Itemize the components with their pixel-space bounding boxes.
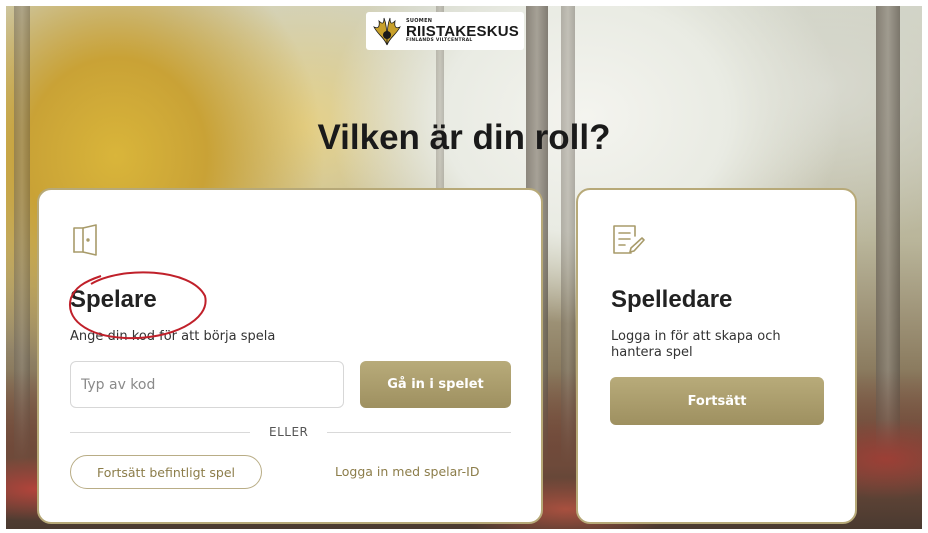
leader-heading: Spelledare [611, 286, 733, 313]
divider-right [327, 432, 511, 433]
divider-left [70, 432, 250, 433]
or-separator: ELLER [269, 425, 309, 439]
join-game-button[interactable]: Gå in i spelet [360, 361, 511, 408]
brand-subtitle: FINLANDS VILTCENTRAL [406, 37, 473, 43]
brand-name: RIISTAKESKUS [406, 22, 519, 40]
code-input[interactable] [70, 361, 344, 408]
player-card: Spelare Ange din kod för att börja spela… [37, 188, 543, 524]
game-leader-card: Spelledare Logga in för att skapa och ha… [576, 188, 857, 524]
leader-continue-button[interactable]: Fortsätt [610, 377, 824, 425]
brand-wordmark: SUOMEN RIISTAKESKUS FINLANDS VILTCENTRAL [406, 18, 519, 44]
player-description: Ange din kod för att börja spela [70, 329, 276, 344]
continue-existing-game-button[interactable]: Fortsätt befintligt spel [70, 455, 262, 489]
antler-logo-icon [373, 17, 401, 46]
leader-description: Logga in för att skapa och hantera spel [611, 329, 781, 360]
edit-document-icon [613, 225, 645, 254]
login-with-player-id-link[interactable]: Logga in med spelar-ID [335, 464, 479, 479]
door-icon [73, 224, 97, 256]
player-heading: Spelare [70, 286, 157, 313]
page-title: Vilken är din roll? [317, 118, 611, 157]
brand-logo[interactable]: SUOMEN RIISTAKESKUS FINLANDS VILTCENTRAL [366, 12, 524, 50]
